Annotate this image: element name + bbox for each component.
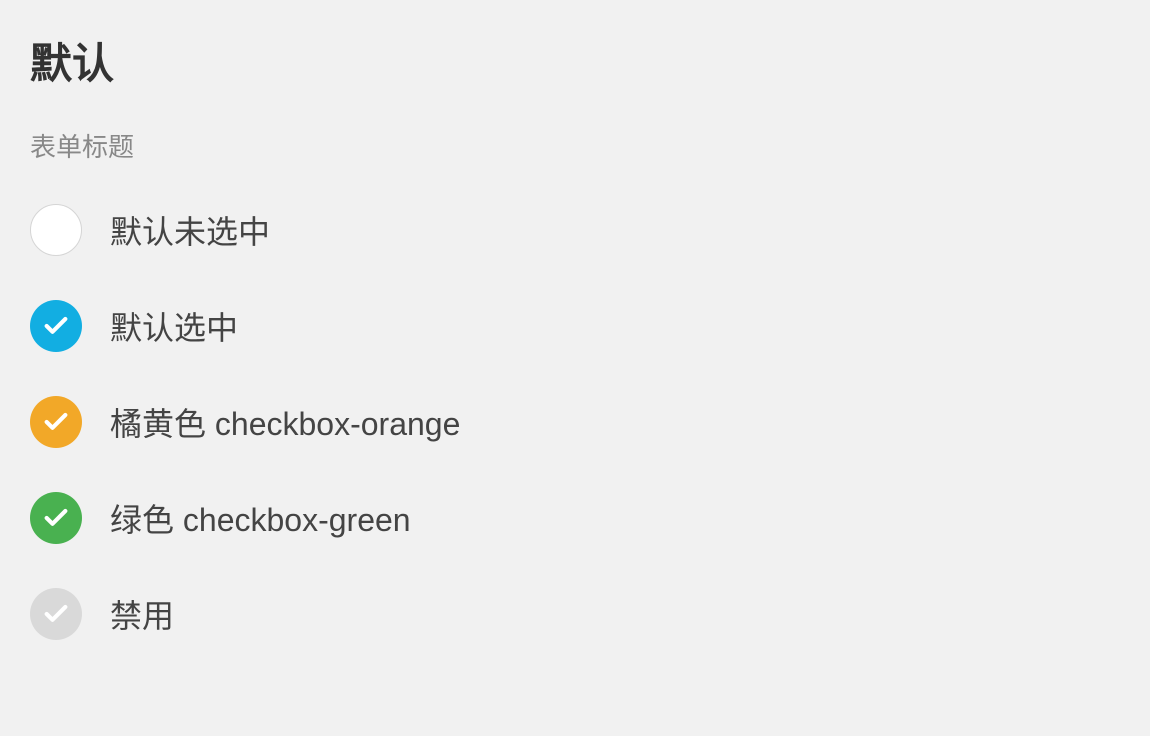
checkbox-label: 默认选中 bbox=[110, 303, 238, 349]
checkbox-row-orange[interactable]: 橘黄色 checkbox-orange bbox=[30, 396, 1120, 448]
checkbox-label: 橘黄色 checkbox-orange bbox=[110, 399, 460, 445]
check-icon bbox=[42, 600, 70, 628]
checkbox-label: 绿色 checkbox-green bbox=[110, 495, 411, 541]
checkbox-circle-blue-icon[interactable] bbox=[30, 300, 82, 352]
checkbox-label: 默认未选中 bbox=[110, 207, 270, 253]
check-icon bbox=[42, 504, 70, 532]
checkbox-circle-green-icon[interactable] bbox=[30, 492, 82, 544]
checkbox-circle-orange-icon[interactable] bbox=[30, 396, 82, 448]
check-icon bbox=[42, 312, 70, 340]
section-title: 默认 bbox=[30, 30, 1120, 91]
checkbox-circle-unchecked-icon[interactable] bbox=[30, 204, 82, 256]
checkbox-label: 禁用 bbox=[110, 591, 174, 637]
checkbox-row-green[interactable]: 绿色 checkbox-green bbox=[30, 492, 1120, 544]
check-icon bbox=[42, 408, 70, 436]
checkbox-circle-disabled-icon bbox=[30, 588, 82, 640]
checkbox-row-disabled: 禁用 bbox=[30, 588, 1120, 640]
checkbox-row-default-checked[interactable]: 默认选中 bbox=[30, 300, 1120, 352]
checkbox-row-unchecked[interactable]: 默认未选中 bbox=[30, 204, 1120, 256]
form-subtitle: 表单标题 bbox=[30, 127, 1120, 164]
